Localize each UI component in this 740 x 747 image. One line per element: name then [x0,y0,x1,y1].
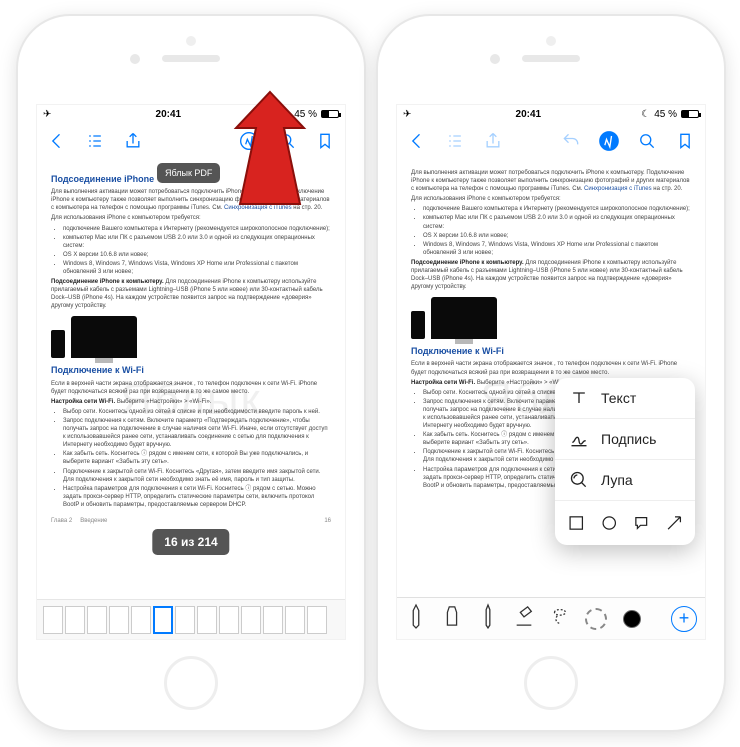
device-frame-right: ✈︎ 20:41 ☾ 45 % [378,16,724,730]
shape-speech-bubble[interactable] [632,513,651,533]
tool-pen[interactable] [405,603,427,634]
device-frame-left: ✈︎ 20:41 ☾ 45 % [18,16,364,730]
search-button[interactable] [637,131,657,151]
illustration-devices [51,316,331,358]
tool-pencil[interactable] [477,603,499,634]
popup-label: Лупа [601,471,633,490]
share-button[interactable] [123,131,143,151]
toc-button[interactable] [445,131,465,151]
app-toolbar [37,123,345,159]
shape-circle[interactable] [600,513,619,533]
document-title-tooltip: Яблык PDF [157,163,220,183]
wifi-list: Выбор сети. Коснитесь одной из сетей в с… [51,408,331,509]
home-button[interactable] [524,656,578,710]
color-picker-black[interactable] [621,608,643,630]
markup-toolbar: + [397,597,705,639]
status-time: 20:41 [415,109,641,120]
moon-icon: ☾ [281,109,290,120]
color-picker-empty[interactable] [585,608,607,630]
tool-lasso[interactable] [549,603,571,634]
thumbnail-current[interactable] [153,606,173,634]
app-toolbar [397,123,705,159]
shape-rectangle[interactable] [567,513,586,533]
tool-highlighter[interactable] [441,603,463,634]
page-indicator: 16 из 214 [152,529,229,555]
battery-percent: 45 % [654,109,677,120]
airplane-mode-icon: ✈︎ [403,109,411,120]
sync-link[interactable]: Синхронизация с iTunes [584,186,652,192]
moon-icon: ☾ [641,109,650,120]
add-button[interactable]: + [671,606,697,632]
screen-left: ✈︎ 20:41 ☾ 45 % [36,104,346,640]
section-heading: Подключение к Wi-Fi [411,345,691,357]
airplane-mode-icon: ✈︎ [43,109,51,120]
battery-percent: 45 % [294,109,317,120]
status-time: 20:41 [55,109,281,120]
battery-icon [321,110,339,118]
screen-right: ✈︎ 20:41 ☾ 45 % [396,104,706,640]
bookmark-button[interactable] [315,131,335,151]
popup-item-text[interactable]: Текст [555,378,695,419]
section-heading: Подключение к Wi-Fi [51,364,331,376]
popup-label: Текст [601,389,636,408]
status-bar: ✈︎ 20:41 ☾ 45 % [397,105,705,123]
search-button[interactable] [277,131,297,151]
add-shapes-popup: Текст Подпись Лупа [555,378,695,545]
battery-icon [681,110,699,118]
illustration-devices [411,297,691,339]
popup-item-loupe[interactable]: Лупа [555,460,695,501]
popup-item-signature[interactable]: Подпись [555,419,695,460]
sync-link[interactable]: Синхронизация с iTunes [224,205,292,211]
home-button[interactable] [164,656,218,710]
back-button[interactable] [47,131,67,151]
pdf-page[interactable]: Яблык Для выполнения активации может пот… [397,159,705,597]
page-thumbnails[interactable] [37,599,345,639]
markup-button[interactable] [239,131,259,151]
signature-icon [569,429,589,449]
undo-button[interactable] [561,131,581,151]
toc-button[interactable] [85,131,105,151]
pdf-page[interactable]: Яблык PDF Яблык Подсоединение iPhone Для… [37,159,345,599]
bookmark-button[interactable] [675,131,695,151]
tool-eraser[interactable] [513,603,535,634]
shape-arrow[interactable] [665,513,684,533]
text-icon [569,388,589,408]
status-bar: ✈︎ 20:41 ☾ 45 % [37,105,345,123]
back-button[interactable] [407,131,427,151]
popup-label: Подпись [601,430,656,449]
requirements-list: подключение Вашего компьютера к Интернет… [51,225,331,277]
loupe-icon [569,470,589,490]
share-button[interactable] [483,131,503,151]
markup-button-active[interactable] [599,131,619,151]
